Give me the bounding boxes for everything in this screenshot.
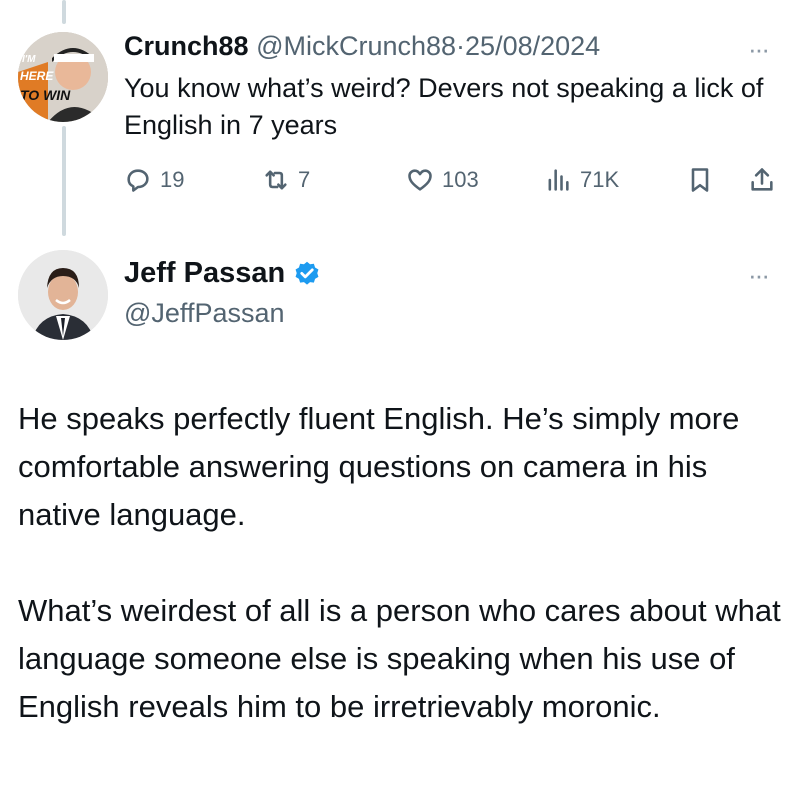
reply-text: You know what’s weird? Devers not speaki… <box>124 73 764 140</box>
reply-avatar-image: I'M HERE TO WIN <box>18 32 108 122</box>
main-handle[interactable]: @JeffPassan <box>124 298 285 329</box>
avatar-text-towin: TO WIN <box>20 87 71 103</box>
reply-header: Crunch88 @MickCrunch88·25/08/2024 <box>124 28 600 64</box>
reply-display-name[interactable]: Crunch88 <box>124 31 249 61</box>
views-count: 71K <box>580 167 620 192</box>
heart-icon <box>408 169 432 191</box>
like-button[interactable]: 103 <box>406 166 479 194</box>
reply-icon <box>127 169 149 192</box>
reply-avatar[interactable]: I'M HERE TO WIN <box>18 32 108 122</box>
main-paragraph-1: He speaks perfectly fluent English. He’s… <box>18 401 740 532</box>
reply-action-bar: 19 7 103 71K <box>124 166 784 200</box>
main-tweet-text: He speaks perfectly fluent English. He’s… <box>18 395 793 779</box>
reply-separator: · <box>456 31 466 61</box>
thread-line-top <box>62 0 66 24</box>
verified-badge-icon <box>293 260 321 288</box>
main-more-button[interactable]: ··· <box>748 260 770 291</box>
views-button[interactable]: 71K <box>544 166 619 194</box>
main-display-name[interactable]: Jeff Passan <box>124 257 285 290</box>
share-button[interactable] <box>748 166 776 194</box>
repost-count: 7 <box>298 167 311 192</box>
reply-count: 19 <box>160 167 185 192</box>
avatar-text-here: HERE <box>20 69 54 83</box>
bookmark-button[interactable] <box>686 166 714 194</box>
repost-icon <box>265 170 287 190</box>
views-icon <box>548 169 569 191</box>
like-count: 103 <box>442 167 479 192</box>
repost-button[interactable]: 7 <box>262 166 310 194</box>
reply-button[interactable]: 19 <box>124 166 184 194</box>
main-avatar-image <box>18 250 108 340</box>
avatar-text-im: I'M <box>22 54 36 65</box>
thread-line-bottom <box>62 126 66 236</box>
main-paragraph-2: What’s weirdest of all is a person who c… <box>18 593 781 724</box>
share-icon <box>751 168 773 191</box>
reply-date[interactable]: 25/08/2024 <box>465 31 600 61</box>
reply-handle[interactable]: @MickCrunch88 <box>256 31 456 61</box>
main-author: Jeff Passan <box>124 257 321 290</box>
bookmark-icon <box>691 168 709 192</box>
reply-more-button[interactable]: ··· <box>748 34 770 65</box>
main-avatar[interactable] <box>18 250 108 340</box>
